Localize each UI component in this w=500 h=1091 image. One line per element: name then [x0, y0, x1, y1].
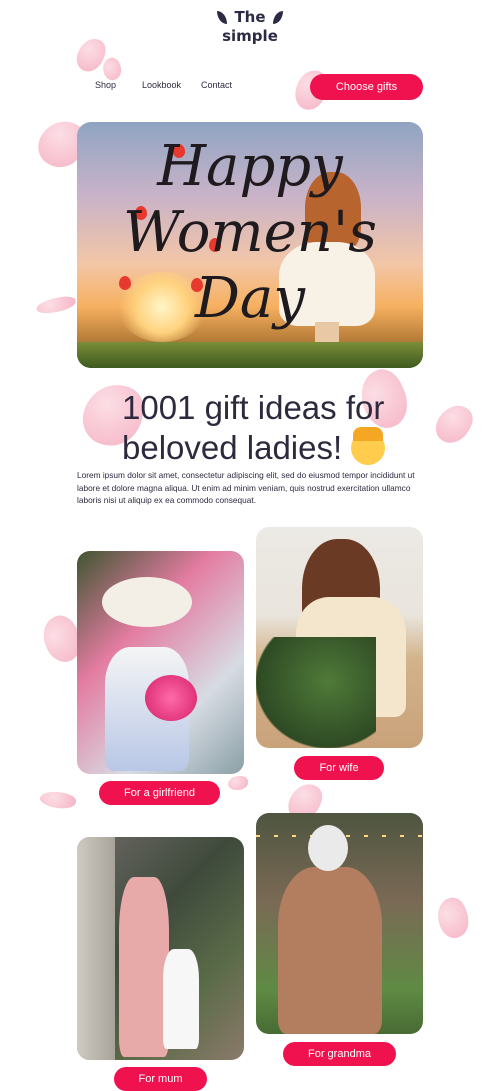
for-girlfriend-button[interactable]: For a girlfriend — [99, 781, 220, 805]
nav-contact-link[interactable]: Contact — [201, 80, 232, 90]
nav-shop-link[interactable]: Shop — [95, 80, 116, 90]
hero-script-title: Happy Women's Day — [123, 134, 377, 331]
for-grandma-button[interactable]: For grandma — [283, 1042, 396, 1066]
leaf-icon — [272, 11, 283, 24]
intro-paragraph: Lorem ipsum dolor sit amet, consectetur … — [77, 470, 415, 505]
nav-lookbook-link[interactable]: Lookbook — [142, 80, 181, 90]
for-wife-button[interactable]: For wife — [294, 756, 384, 780]
grandma-photo[interactable] — [256, 813, 423, 1034]
princess-emoji-icon — [351, 427, 386, 465]
hero-banner-image: Happy Women's Day — [77, 122, 423, 368]
petal-decoration — [35, 294, 77, 316]
leaf-icon — [217, 11, 228, 24]
page-headline: 1001 gift ideas for beloved ladies! — [122, 389, 386, 466]
for-mum-button[interactable]: For mum — [114, 1067, 207, 1091]
brand-name-line2: simple — [222, 27, 278, 45]
choose-gifts-button[interactable]: Choose gifts — [310, 74, 423, 100]
petal-decoration — [99, 55, 125, 83]
brand-name-line1: The — [234, 8, 266, 26]
petal-decoration — [432, 894, 474, 942]
petal-decoration — [228, 776, 248, 790]
petal-decoration — [38, 788, 78, 812]
brand-logo[interactable]: The simple — [0, 8, 500, 46]
wife-photo[interactable] — [256, 527, 423, 748]
girlfriend-photo[interactable] — [77, 551, 244, 774]
mum-photo[interactable] — [77, 837, 244, 1060]
